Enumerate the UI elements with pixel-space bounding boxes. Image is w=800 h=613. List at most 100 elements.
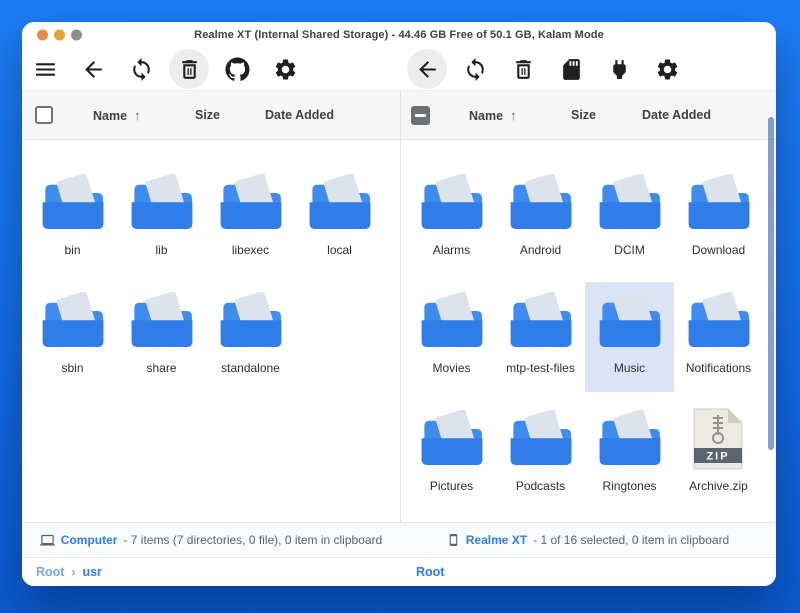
github-button[interactable]: [217, 49, 257, 89]
window-title: Realme XT (Internal Shared Storage) - 44…: [194, 29, 604, 41]
file-item-label: Pictures: [430, 479, 473, 493]
file-item[interactable]: local: [295, 164, 384, 274]
breadcrumb-root[interactable]: Root: [36, 565, 64, 579]
local-status-summary: - 7 items (7 directories, 0 file), 0 ite…: [123, 533, 382, 547]
file-item[interactable]: sbin: [28, 282, 117, 392]
refresh-icon: [463, 57, 488, 82]
file-item[interactable]: Podcasts: [496, 400, 585, 510]
status-bar: Computer - 7 items (7 directories, 0 fil…: [22, 522, 776, 557]
chevron-right-icon: ›: [71, 565, 75, 579]
local-list-header: Name↑ Size Date Added: [22, 90, 400, 140]
local-status: Computer - 7 items (7 directories, 0 fil…: [22, 523, 400, 557]
column-header-size[interactable]: Size: [195, 108, 220, 122]
sort-ascending-icon: ↑: [134, 108, 141, 123]
folder-icon: [595, 290, 665, 354]
device-list-header: Name↑ Size Date Added: [401, 90, 776, 140]
storage-select-button[interactable]: [551, 49, 591, 89]
hamburger-menu-icon: [33, 57, 58, 82]
title-bar: Realme XT (Internal Shared Storage) - 44…: [22, 22, 776, 48]
power-plug-icon: [607, 57, 632, 82]
folder-icon: [216, 290, 286, 354]
device-status-summary: - 1 of 16 selected, 0 item in clipboard: [533, 533, 729, 547]
local-delete-button[interactable]: [169, 49, 209, 89]
sd-card-icon: [559, 57, 584, 82]
file-item[interactable]: mtp-test-files: [496, 282, 585, 392]
device-link[interactable]: Realme XT: [466, 533, 527, 547]
file-item[interactable]: bin: [28, 164, 117, 274]
file-item[interactable]: libexec: [206, 164, 295, 274]
close-window-button[interactable]: [37, 30, 48, 41]
folder-icon: [595, 408, 665, 472]
local-toolbar: [22, 48, 400, 90]
file-item[interactable]: Download: [674, 164, 763, 274]
trash-icon: [177, 57, 202, 82]
window-controls: [37, 30, 82, 41]
file-panes: Name↑ Size Date Added bin lib libexec: [22, 90, 776, 522]
local-settings-button[interactable]: [265, 49, 305, 89]
breadcrumb-current[interactable]: usr: [82, 565, 101, 579]
file-item[interactable]: Pictures: [407, 400, 496, 510]
file-item-label: bin: [64, 243, 80, 257]
minimize-window-button[interactable]: [54, 30, 65, 41]
file-item-label: Movies: [432, 361, 470, 375]
file-item-label: mtp-test-files: [506, 361, 575, 375]
file-item[interactable]: lib: [117, 164, 206, 274]
maximize-window-button[interactable]: [71, 30, 82, 41]
device-status: Realme XT - 1 of 16 selected, 0 item in …: [400, 523, 776, 557]
device-toolbar: [400, 48, 776, 90]
file-item[interactable]: Alarms: [407, 164, 496, 274]
file-item-selected[interactable]: Music: [585, 282, 674, 392]
column-header-name[interactable]: Name↑: [93, 108, 141, 123]
folder-icon: [305, 172, 375, 236]
device-refresh-button[interactable]: [455, 49, 495, 89]
toolbar-row: [22, 48, 776, 90]
column-header-date[interactable]: Date Added: [642, 108, 711, 122]
arrow-left-icon: [81, 57, 106, 82]
folder-icon: [127, 290, 197, 354]
folder-icon: [506, 172, 576, 236]
refresh-icon: [129, 57, 154, 82]
disconnect-device-button[interactable]: [599, 49, 639, 89]
file-item-label: Download: [692, 243, 745, 257]
device-settings-button[interactable]: [647, 49, 687, 89]
folder-icon: [684, 290, 754, 354]
file-item-label: DCIM: [614, 243, 645, 257]
file-item[interactable]: DCIM: [585, 164, 674, 274]
file-item[interactable]: Movies: [407, 282, 496, 392]
column-header-size[interactable]: Size: [571, 108, 596, 122]
select-all-checkbox[interactable]: [35, 106, 53, 124]
device-breadcrumb: Root: [400, 565, 776, 579]
file-item[interactable]: Android: [496, 164, 585, 274]
trash-icon: [511, 57, 536, 82]
file-item[interactable]: standalone: [206, 282, 295, 392]
file-item[interactable]: Ringtones: [585, 400, 674, 510]
file-item-label: sbin: [61, 361, 83, 375]
device-back-button[interactable]: [407, 49, 447, 89]
file-item[interactable]: share: [117, 282, 206, 392]
file-item[interactable]: Notifications: [674, 282, 763, 392]
local-refresh-button[interactable]: [121, 49, 161, 89]
column-header-date[interactable]: Date Added: [265, 108, 334, 122]
breadcrumb-root[interactable]: Root: [416, 565, 444, 579]
column-header-name[interactable]: Name↑: [469, 108, 517, 123]
vertical-scrollbar[interactable]: [768, 117, 774, 450]
smartphone-icon: [447, 533, 460, 547]
select-all-checkbox-indeterminate[interactable]: [411, 106, 430, 125]
arrow-left-icon: [415, 57, 440, 82]
file-item-label: Podcasts: [516, 479, 565, 493]
device-file-grid: Alarms Android DCIM Download Movies: [401, 140, 776, 522]
folder-icon: [417, 172, 487, 236]
file-item-label: local: [327, 243, 352, 257]
file-item-label: standalone: [221, 361, 280, 375]
local-back-button[interactable]: [73, 49, 113, 89]
folder-icon: [417, 290, 487, 354]
file-item-label: Archive.zip: [689, 479, 748, 493]
file-item[interactable]: ZIP Archive.zip: [674, 400, 763, 510]
folder-icon: [506, 290, 576, 354]
menu-button[interactable]: [25, 49, 65, 89]
file-item-label: lib: [155, 243, 167, 257]
device-delete-button[interactable]: [503, 49, 543, 89]
computer-link[interactable]: Computer: [61, 533, 118, 547]
zip-file-icon: ZIP: [691, 408, 747, 472]
folder-icon: [417, 408, 487, 472]
